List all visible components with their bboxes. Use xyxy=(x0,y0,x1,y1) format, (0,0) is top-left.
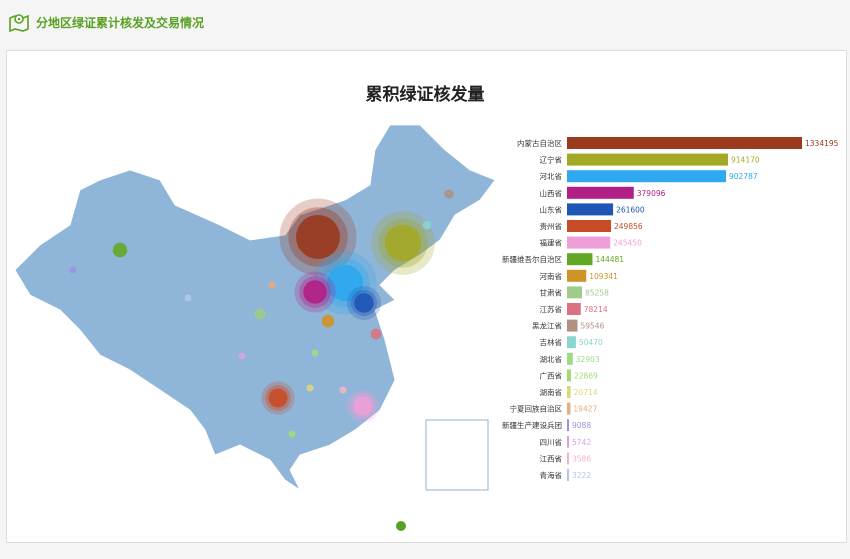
bar[interactable] xyxy=(567,286,583,299)
bar-label: 新疆维吾尔自治区 xyxy=(502,254,562,264)
bar-value: 9088 xyxy=(572,421,591,430)
bar-label: 吉林省 xyxy=(540,337,563,347)
map-bubble[interactable] xyxy=(339,386,347,394)
map-bubble[interactable] xyxy=(288,430,296,438)
map-bubble[interactable] xyxy=(268,281,276,289)
bar-label: 山东省 xyxy=(540,204,563,214)
bar[interactable] xyxy=(567,419,569,432)
bar-label: 黑龙江省 xyxy=(532,321,562,331)
bar-value: 19427 xyxy=(573,405,597,414)
bar-value: 59546 xyxy=(580,322,604,331)
map-bubble[interactable] xyxy=(184,294,192,302)
south-china-sea-inset xyxy=(425,419,489,491)
bar[interactable] xyxy=(567,153,729,166)
map-bubble[interactable] xyxy=(268,388,288,408)
map-bubble[interactable] xyxy=(444,189,454,199)
map-bubble[interactable] xyxy=(112,242,128,258)
bar-value: 85258 xyxy=(585,288,609,297)
bar[interactable] xyxy=(567,469,569,481)
bar-value: 261600 xyxy=(616,205,645,214)
map-bubble[interactable] xyxy=(306,384,314,392)
bar[interactable] xyxy=(567,186,634,199)
map-bubble[interactable] xyxy=(354,293,374,313)
bar-label: 福建省 xyxy=(540,238,563,248)
bar-value: 20714 xyxy=(574,388,598,397)
bar[interactable] xyxy=(567,386,571,398)
bar-value: 50470 xyxy=(579,338,603,347)
bar-label: 内蒙古自治区 xyxy=(517,138,562,148)
bar-value: 379096 xyxy=(637,189,666,198)
bar[interactable] xyxy=(567,170,727,183)
bar[interactable] xyxy=(567,269,587,282)
bar-value: 902787 xyxy=(729,172,758,181)
bar-label: 新疆生产建设兵团 xyxy=(502,420,562,430)
bar-value: 22869 xyxy=(574,371,598,380)
bar-value: 245450 xyxy=(613,239,642,248)
bar-label: 甘肃省 xyxy=(540,287,563,297)
bar[interactable] xyxy=(567,435,569,448)
bar-label: 湖南省 xyxy=(540,387,563,397)
bar-value: 144481 xyxy=(595,255,624,264)
bar-label: 广西省 xyxy=(540,370,563,380)
bar[interactable] xyxy=(567,319,578,332)
bar-value: 1334195 xyxy=(805,139,839,148)
bar-value: 5742 xyxy=(572,438,591,447)
bar[interactable] xyxy=(567,352,573,365)
map-bubble[interactable] xyxy=(69,266,77,274)
bar[interactable] xyxy=(567,220,612,232)
bar-label: 河北省 xyxy=(540,171,563,181)
bar-value: 3222 xyxy=(572,471,591,480)
bar-value: 3586 xyxy=(572,454,591,463)
bar-value: 32903 xyxy=(576,355,600,364)
bar-value: 78214 xyxy=(584,305,608,314)
bar[interactable] xyxy=(567,303,581,315)
bar-label: 青海省 xyxy=(540,470,563,480)
bar[interactable] xyxy=(567,336,576,349)
bar-label: 江西省 xyxy=(540,453,563,463)
bar-value: 109341 xyxy=(589,272,618,281)
china-outline xyxy=(14,124,496,492)
bar-label: 宁夏回族自治区 xyxy=(510,404,563,414)
bar-value: 249856 xyxy=(614,222,643,231)
chart-canvas: 内蒙古自治区 1334195 辽宁省 914170 河北省 902787 山西省 379096… xyxy=(14,124,839,492)
bar[interactable] xyxy=(567,369,572,382)
bar-label: 贵州省 xyxy=(540,221,563,231)
map-bubble[interactable] xyxy=(238,352,246,360)
map-bubble[interactable] xyxy=(353,396,373,416)
map-bubble[interactable] xyxy=(384,224,422,262)
bar-value: 914170 xyxy=(731,156,760,165)
map-bubble[interactable] xyxy=(254,308,266,320)
map-bubble[interactable] xyxy=(311,349,319,357)
map-bubble[interactable] xyxy=(422,220,432,230)
china-map[interactable] xyxy=(14,124,496,492)
bar-label: 山西省 xyxy=(540,188,563,198)
pagination-dot[interactable] xyxy=(396,521,406,531)
bar[interactable] xyxy=(567,452,569,465)
map-bubble[interactable] xyxy=(370,328,382,340)
bar[interactable] xyxy=(567,137,802,149)
bar-label: 辽宁省 xyxy=(540,155,563,165)
bar[interactable] xyxy=(567,236,611,249)
bar[interactable] xyxy=(567,402,571,415)
map-bubble[interactable] xyxy=(321,314,335,328)
bar[interactable] xyxy=(567,253,593,266)
bar[interactable] xyxy=(567,203,614,216)
bar-label: 湖北省 xyxy=(540,354,563,364)
bar-label: 河南省 xyxy=(540,271,563,281)
map-bubble[interactable] xyxy=(296,215,340,259)
map-bubble[interactable] xyxy=(303,280,327,304)
bar-label: 四川省 xyxy=(540,437,563,447)
bar-label: 江苏省 xyxy=(540,304,563,314)
